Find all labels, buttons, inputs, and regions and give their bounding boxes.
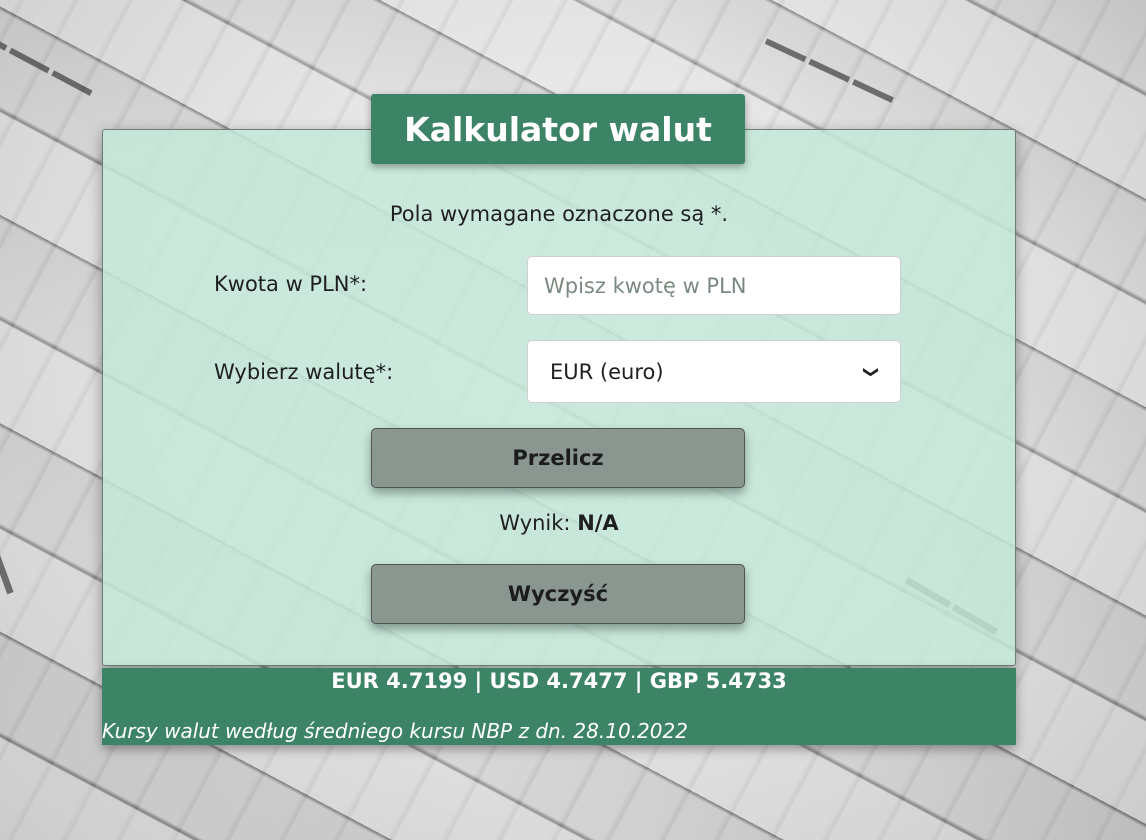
rates-footer: EUR 4.7199 | USD 4.7477 | GBP 5.4733 Kur… [102,668,1016,745]
exchange-rates: EUR 4.7199 | USD 4.7477 | GBP 5.4733 [331,669,787,693]
amount-input[interactable] [527,256,901,315]
rates-source-note: Kursy walut według średniego kursu NBP z… [102,719,688,743]
currency-label: Wybierz walutę*: [214,360,394,384]
page-title: Kalkulator walut [371,94,745,164]
background-banknote-pattern: ── [0,480,57,614]
required-fields-note: Pola wymagane oznaczone są *. [389,202,729,226]
result-value: N/A [577,511,619,535]
amount-label: Kwota w PLN*: [214,272,368,296]
clear-button[interactable]: Wyczyść [371,564,745,624]
currency-selected-value: EUR (euro) [550,359,664,384]
result-label: Wynik: [499,511,571,535]
background-banknote-pattern: ─── [0,0,116,133]
background-banknote-pattern: ─── [749,3,916,140]
currency-select[interactable]: EUR (euro) ❯ [527,340,901,403]
convert-button[interactable]: Przelicz [371,428,745,488]
result-line: Wynik: N/A [102,511,1016,535]
chevron-down-icon: ❯ [862,365,881,378]
